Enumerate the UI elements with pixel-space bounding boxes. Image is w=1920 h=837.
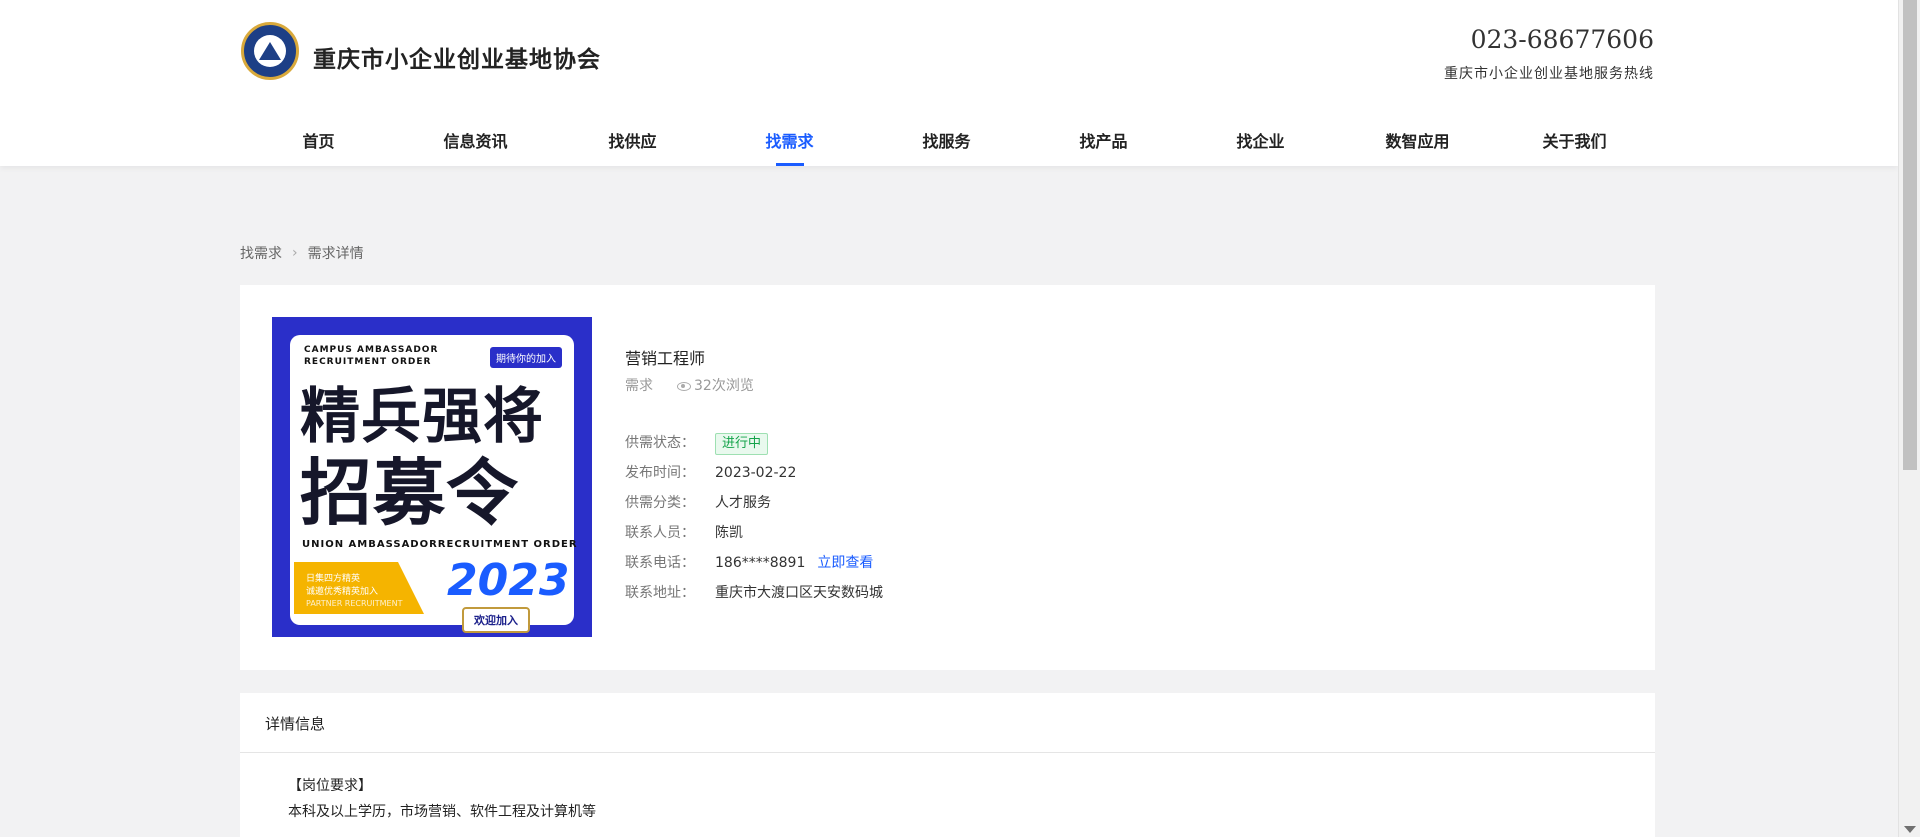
hotline-label: 重庆市小企业创业基地服务热线 bbox=[1444, 66, 1654, 82]
demand-title: 营销工程师 bbox=[625, 349, 706, 368]
poster-yellow-text2: 诚邀优秀精英加入 bbox=[306, 587, 379, 597]
detail-body: 【岗位要求】 本科及以上学历，市场营销、软件工程及计算机等 bbox=[240, 753, 1655, 825]
main-nav: 首页 信息资讯 找供应 找需求 找服务 找产品 找企业 数智应用 关于我们 bbox=[240, 120, 1655, 166]
category-label: 供需分类： bbox=[625, 495, 695, 511]
detail-heading: 详情信息 bbox=[240, 693, 1655, 753]
site-header: 重庆市小企业创业基地协会 023-68677606 重庆市小企业创业基地服务热线… bbox=[0, 0, 1898, 166]
view-count: 32次浏览 bbox=[694, 378, 754, 394]
phone-row: 联系电话： 186****8891 立即查看 bbox=[625, 552, 873, 574]
breadcrumb-parent[interactable]: 找需求 bbox=[240, 243, 282, 263]
poster-line1: CAMPUS AMBASSADOR bbox=[304, 345, 439, 355]
breadcrumb-current: 需求详情 bbox=[307, 246, 364, 262]
scrollbar-thumb[interactable] bbox=[1903, 0, 1917, 470]
view-phone-link[interactable]: 立即查看 bbox=[817, 555, 873, 571]
nav-item-home[interactable]: 首页 bbox=[240, 120, 397, 166]
nav-item-product[interactable]: 找产品 bbox=[1025, 120, 1182, 166]
category-value: 人才服务 bbox=[715, 495, 771, 511]
hotline-number: 023-68677606 bbox=[1470, 25, 1654, 54]
detail-line: 【岗位要求】 bbox=[288, 778, 372, 794]
nav-item-company[interactable]: 找企业 bbox=[1182, 120, 1339, 166]
demand-card: CAMPUS AMBASSADOR RECRUITMENT ORDER 期待你的… bbox=[240, 285, 1655, 670]
mountain-icon bbox=[259, 42, 281, 60]
contact-row: 联系人员： 陈凯 bbox=[625, 522, 743, 544]
breadcrumb: 找需求 › 需求详情 bbox=[240, 243, 364, 263]
date-row: 发布时间： 2023-02-22 bbox=[625, 462, 796, 484]
detail-card: 详情信息 【岗位要求】 本科及以上学历，市场营销、软件工程及计算机等 bbox=[240, 693, 1655, 837]
chevron-right-icon: › bbox=[292, 245, 298, 261]
address-value: 重庆市大渡口区天安数码城 bbox=[715, 585, 883, 601]
address-label: 联系地址： bbox=[625, 585, 695, 601]
detail-line: 本科及以上学历，市场营销、软件工程及计算机等 bbox=[288, 804, 596, 820]
org-name[interactable]: 重庆市小企业创业基地协会 bbox=[313, 40, 601, 74]
nav-item-supply[interactable]: 找供应 bbox=[554, 120, 711, 166]
contact-label: 联系人员： bbox=[625, 525, 695, 541]
category-row: 供需分类： 人才服务 bbox=[625, 492, 771, 514]
poster-join-label: 欢迎加入 bbox=[462, 607, 530, 633]
demand-meta: 需求 32次浏览 bbox=[625, 375, 754, 395]
poster-badge: 期待你的加入 bbox=[490, 347, 562, 368]
status-label: 供需状态： bbox=[625, 435, 695, 451]
address-row: 联系地址： 重庆市大渡口区天安数码城 bbox=[625, 582, 883, 604]
association-logo[interactable] bbox=[241, 22, 299, 80]
poster-line2: RECRUITMENT ORDER bbox=[304, 357, 432, 367]
nav-item-demand[interactable]: 找需求 bbox=[711, 120, 868, 166]
poster-year: 2023 bbox=[447, 555, 570, 606]
page-scrollbar[interactable] bbox=[1898, 0, 1920, 837]
status-badge: 进行中 bbox=[715, 433, 769, 455]
publish-date: 2023-02-22 bbox=[715, 465, 797, 481]
poster-yellow-text3: PARTNER RECRUITMENT bbox=[306, 599, 403, 608]
contact-value: 陈凯 bbox=[715, 525, 743, 541]
phone-value: 186****8891 bbox=[715, 555, 806, 571]
poster-yellow-text1: 日集四方精英 bbox=[306, 574, 361, 584]
poster-headline2: 招募令 bbox=[300, 451, 520, 535]
demand-image: CAMPUS AMBASSADOR RECRUITMENT ORDER 期待你的… bbox=[272, 317, 592, 637]
nav-item-about[interactable]: 关于我们 bbox=[1496, 120, 1653, 166]
nav-item-service[interactable]: 找服务 bbox=[868, 120, 1025, 166]
demand-type: 需求 bbox=[625, 378, 653, 394]
nav-item-digital[interactable]: 数智应用 bbox=[1339, 120, 1496, 166]
poster-subline: UNION AMBASSADORRECRUITMENT ORDER bbox=[302, 539, 578, 550]
status-row: 供需状态： 进行中 bbox=[625, 432, 769, 455]
nav-item-news[interactable]: 信息资讯 bbox=[397, 120, 554, 166]
poster-headline1: 精兵强将 bbox=[300, 382, 544, 452]
date-label: 发布时间： bbox=[625, 465, 695, 481]
eye-icon bbox=[677, 381, 691, 391]
scroll-down-arrow-icon[interactable] bbox=[1904, 826, 1916, 833]
phone-label: 联系电话： bbox=[625, 555, 695, 571]
